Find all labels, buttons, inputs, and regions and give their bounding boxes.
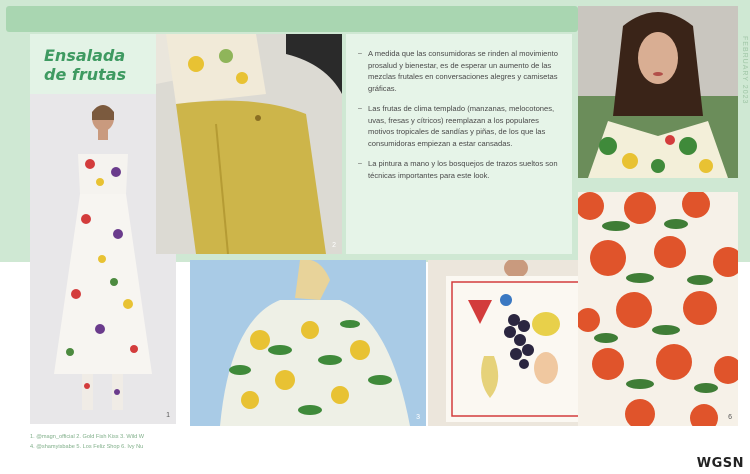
photo-number: 1 xyxy=(166,412,170,419)
bullet-text: A medida que las consumidoras se rinden … xyxy=(368,49,558,93)
brush-stroke xyxy=(6,6,578,32)
photo-fruit-print-dress: 1 xyxy=(30,94,176,424)
photo-yellow-trousers: 2 xyxy=(156,34,342,254)
bullet-item: – La pintura a mano y los bosquejos de t… xyxy=(358,158,562,181)
trend-description-panel: – A medida que las consumidoras se rinde… xyxy=(346,34,572,254)
title-card: Ensalada de frutas xyxy=(30,34,156,94)
bullet-item: – Las frutas de clima templado (manzanas… xyxy=(358,103,562,149)
bullet-text: Las frutas de clima templado (manzanas, … xyxy=(368,104,555,148)
photo-lemon-print-top: 3 xyxy=(190,260,426,426)
photo-number: 3 xyxy=(416,414,420,421)
bullet-item: – A medida que las consumidoras se rinde… xyxy=(358,48,562,94)
bullet-dash: – xyxy=(358,50,362,57)
photo-leaf-print-shirt xyxy=(578,6,738,178)
brand-logo: WGSN xyxy=(696,456,744,471)
photo-number: 2 xyxy=(332,242,336,249)
photo-number: 6 xyxy=(728,414,732,421)
photo-credits: 1. @magn_official 2. Gold Fish Kiss 3. W… xyxy=(30,432,230,452)
bullet-text: La pintura a mano y los bosquejos de tra… xyxy=(368,159,558,180)
page-title-line2: de frutas xyxy=(44,65,127,84)
page-title-line1: Ensalada xyxy=(44,46,126,65)
credits-line: 1. @magn_official 2. Gold Fish Kiss 3. W… xyxy=(30,434,145,440)
bullet-dash: – xyxy=(358,105,362,112)
credits-line: 4. @shamyisbabe 5. Los Feliz Shop 6. Ivy… xyxy=(30,444,144,450)
side-date-label: FEBRUARY 2023 xyxy=(741,36,748,105)
photo-orange-print-fabric: 6 xyxy=(578,192,738,426)
bullet-dash: – xyxy=(358,160,362,167)
